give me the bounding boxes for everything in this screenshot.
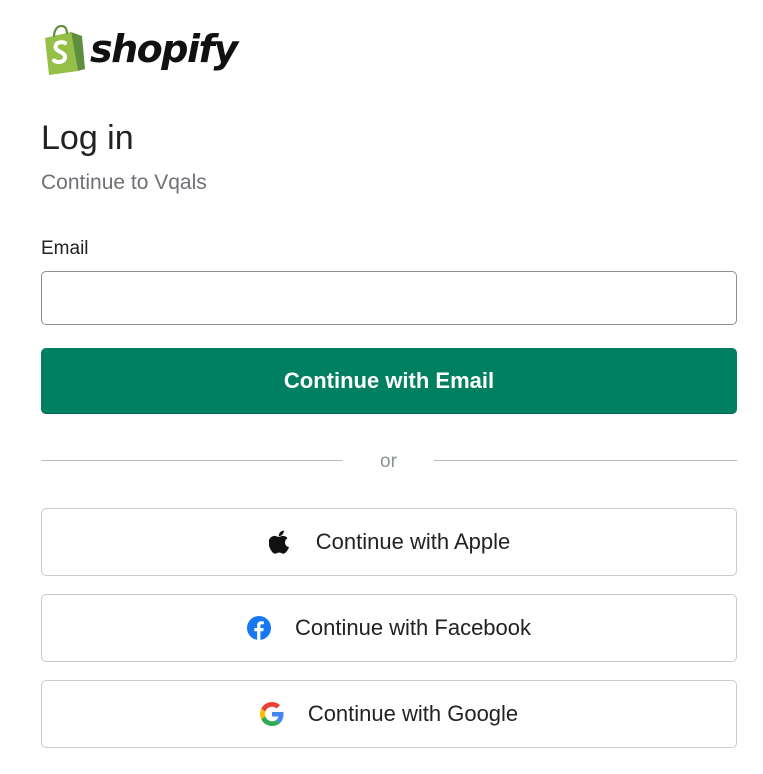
- login-page: shopify Log in Continue to Vqals Email C…: [0, 0, 763, 774]
- divider-line-left: [41, 460, 343, 461]
- apple-button-label: Continue with Apple: [315, 529, 511, 554]
- divider-line-right: [434, 460, 737, 461]
- apple-icon: [268, 530, 292, 554]
- continue-with-email-button[interactable]: Continue with Email: [41, 348, 737, 414]
- shopify-logo[interactable]: shopify: [40, 24, 238, 76]
- continue-with-apple-button[interactable]: Continue with Apple: [41, 508, 737, 576]
- google-icon: [259, 702, 284, 726]
- page-title: Log in: [41, 119, 134, 157]
- continue-with-facebook-button[interactable]: Continue with Facebook: [41, 594, 737, 662]
- facebook-button-label: Continue with Facebook: [294, 615, 532, 640]
- facebook-icon: [246, 616, 271, 640]
- email-label: Email: [41, 238, 89, 259]
- continue-with-google-button[interactable]: Continue with Google: [41, 680, 737, 748]
- shopify-bag-icon: [45, 25, 85, 75]
- page-subtitle: Continue to Vqals: [41, 171, 207, 194]
- shopify-wordmark: shopify: [90, 27, 238, 71]
- email-field[interactable]: [41, 271, 737, 325]
- divider-or-text: or: [380, 451, 397, 472]
- google-button-label: Continue with Google: [307, 701, 519, 726]
